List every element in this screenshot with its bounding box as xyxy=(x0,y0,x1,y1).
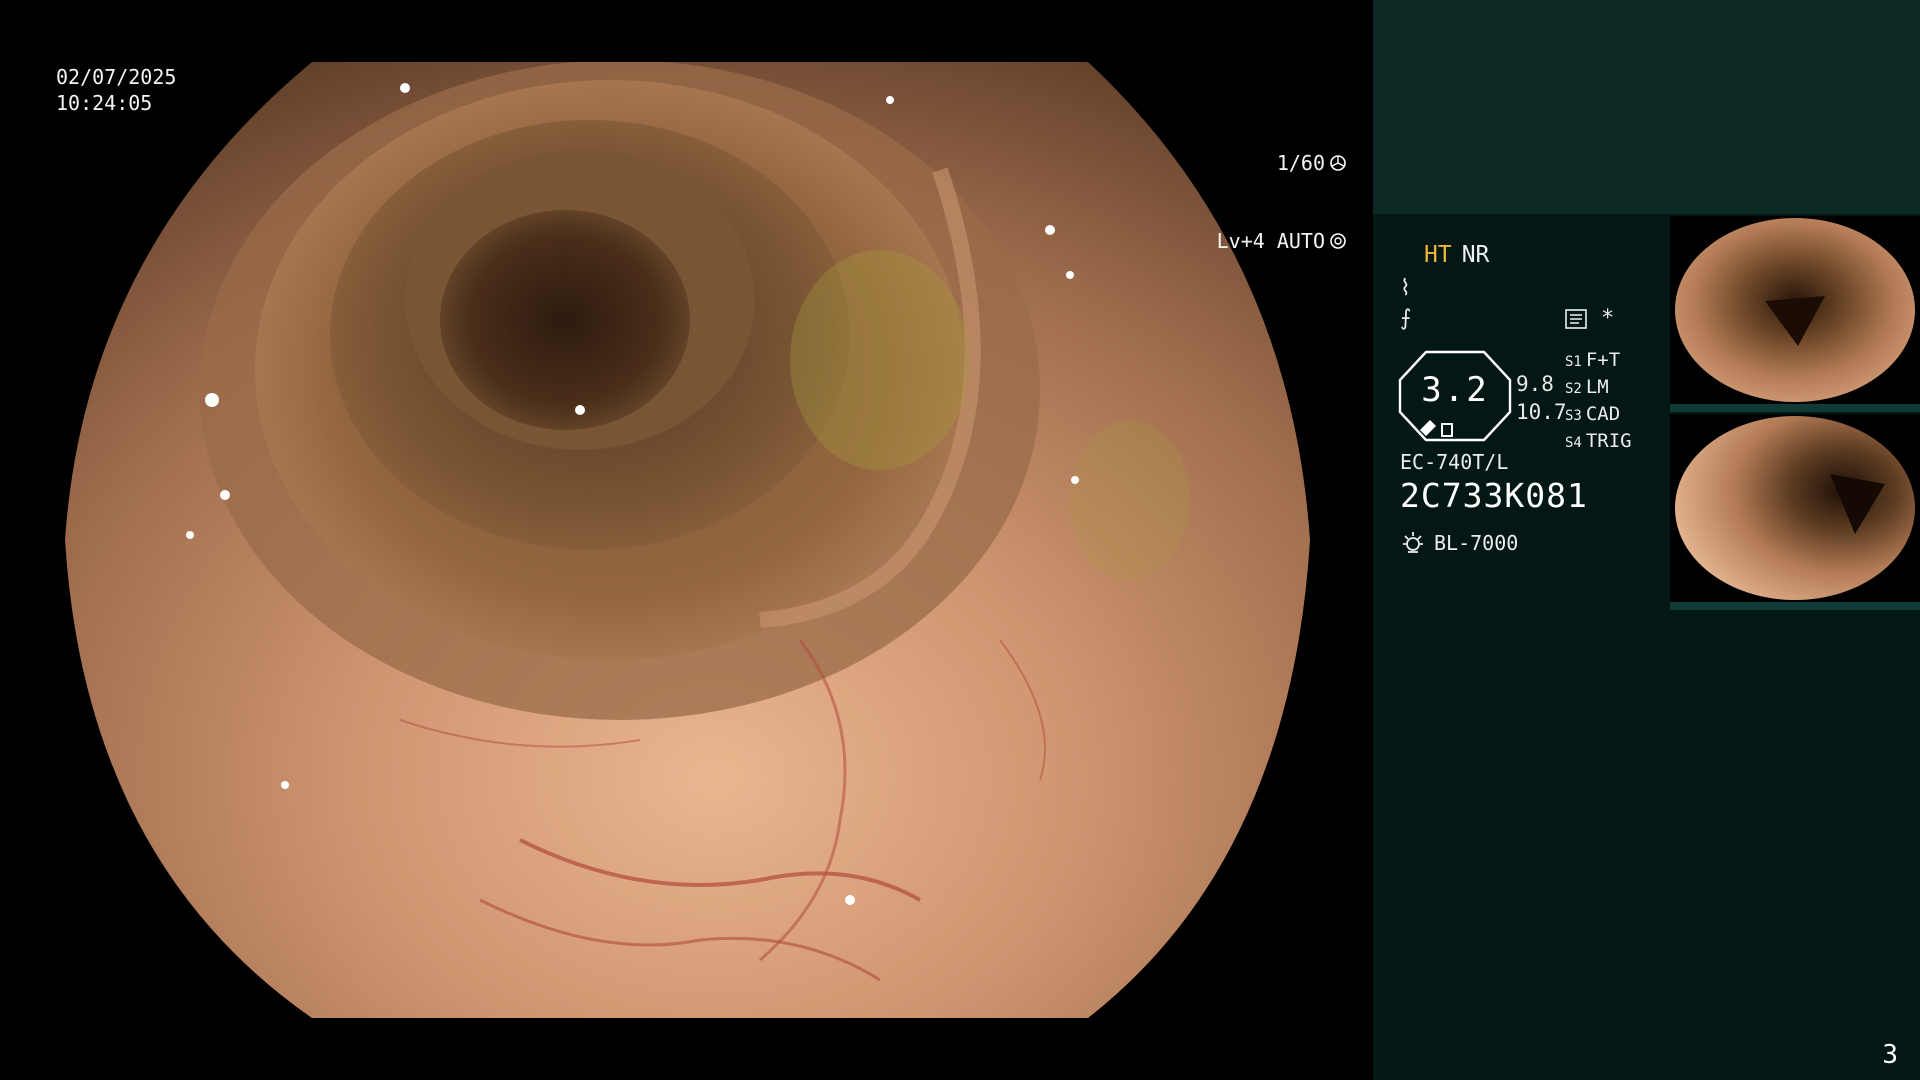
panel-header-area xyxy=(1373,0,1920,214)
zoom-side-value-1: 9.8 xyxy=(1516,372,1554,396)
ht-mode-label: HT xyxy=(1424,242,1452,268)
capture-thumbnail-1[interactable] xyxy=(1670,216,1920,404)
colon-lumen-image xyxy=(65,62,1310,1018)
nr-mode-label: NR xyxy=(1461,242,1490,268)
settings-indicators: * xyxy=(1565,306,1614,331)
date-time-readout: 02/07/2025 10:24:05 xyxy=(56,64,176,116)
thumbnail-image xyxy=(1670,216,1920,404)
scope-switch-assignments: S1 F+T S2 LM S3 CAD S4 TRIG xyxy=(1565,348,1632,456)
brightness-level-text: Lv+4 AUTO xyxy=(1216,229,1325,253)
iris-icon xyxy=(1330,155,1346,171)
switch-row: S4 TRIG xyxy=(1565,430,1632,452)
tone-curve-icon: ⨍ xyxy=(1400,306,1412,331)
scope-serial-number: 2C733K081 xyxy=(1400,476,1588,515)
light-source-model: BL-7000 xyxy=(1434,531,1519,555)
enhancement-curve-icon: ⌇ xyxy=(1400,276,1411,301)
auto-iris-icon xyxy=(1330,233,1346,249)
switch-row: S2 LM xyxy=(1565,376,1609,398)
capture-thumbnail-2[interactable] xyxy=(1670,414,1920,602)
page-number: 3 xyxy=(1882,1040,1898,1070)
thumbnail-1-bar xyxy=(1670,404,1920,412)
switch-row: S1 F+T xyxy=(1565,349,1621,371)
shutter-speed-text: 1/60 xyxy=(1276,151,1325,175)
report-icon xyxy=(1565,308,1587,329)
endoscope-live-view: 02/07/2025 10:24:05 1/60 Lv+4 AUTO xyxy=(0,0,1373,1080)
date-text: 02/07/2025 xyxy=(56,65,177,89)
zoom-value: 3.2 xyxy=(1421,370,1489,410)
switch-row: S3 CAD xyxy=(1565,403,1621,425)
lamp-icon xyxy=(1403,532,1423,553)
asterisk-indicator: * xyxy=(1601,306,1615,331)
time-text: 10:24:05 xyxy=(56,91,153,115)
scope-model-text: EC-740T/L xyxy=(1400,450,1509,474)
thumbnail-2-bar xyxy=(1670,602,1920,610)
zoom-side-value-2: 10.7 xyxy=(1516,400,1567,424)
light-source-indicator: BL-7000 xyxy=(1400,530,1518,556)
exposure-readout: 1/60 Lv+4 AUTO xyxy=(1217,98,1347,306)
zoom-side-values: 9.8 10.7 xyxy=(1516,370,1567,426)
thumbnail-image xyxy=(1670,414,1920,602)
endoscopy-monitor: 02/07/2025 10:24:05 1/60 Lv+4 AUTO HT NR… xyxy=(0,0,1920,1080)
